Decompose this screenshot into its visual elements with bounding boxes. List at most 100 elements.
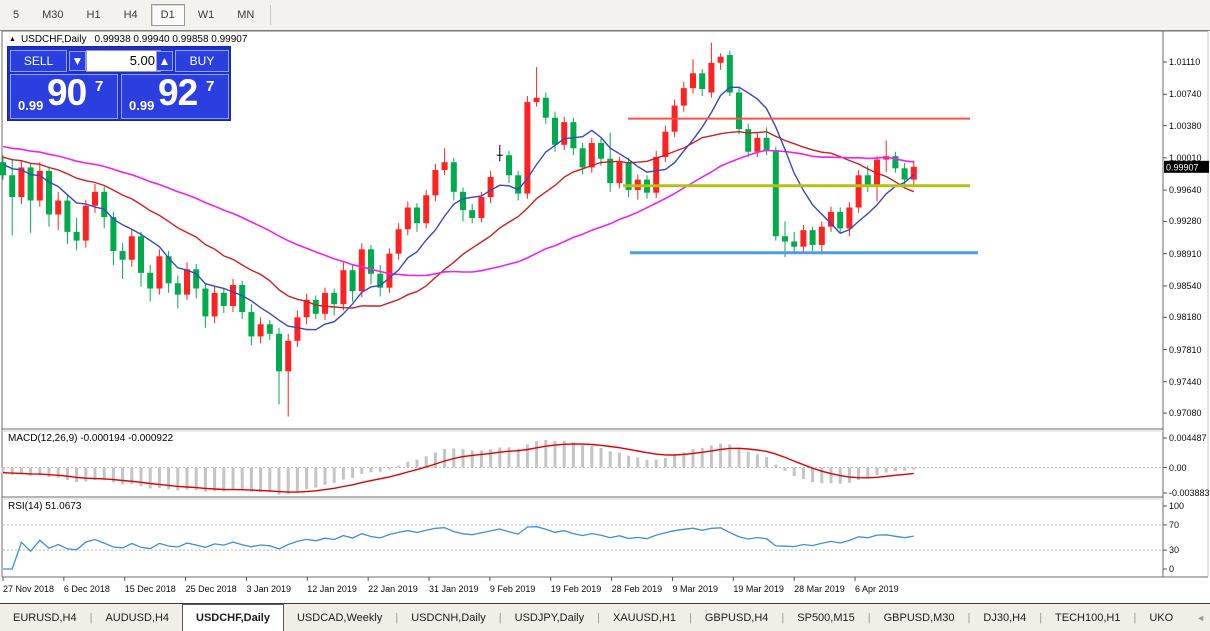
candle-body xyxy=(616,162,622,183)
candle-body xyxy=(212,293,218,317)
candle-body xyxy=(405,208,411,230)
candle-body xyxy=(267,324,273,334)
chart-tab-dj30[interactable]: DJ30,H4 xyxy=(970,604,1039,631)
symbol-period-label: USDCHF,Daily xyxy=(21,34,87,45)
candle-body xyxy=(699,73,705,89)
date-tick-label: 25 Dec 2018 xyxy=(186,584,237,594)
rsi-tick-label: 30 xyxy=(1169,545,1179,555)
candle-body xyxy=(451,162,457,192)
date-tick-label: 28 Mar 2019 xyxy=(794,584,845,594)
chart-tab-xauusd[interactable]: XAUUSD,H1 xyxy=(600,604,689,631)
candle-body xyxy=(506,155,512,175)
date-tick-label: 6 Apr 2019 xyxy=(855,584,899,594)
candle-body xyxy=(534,98,540,102)
candle-body xyxy=(331,293,337,304)
candle-body xyxy=(552,118,558,145)
candle-body xyxy=(74,232,80,241)
chart-tab-usdcad[interactable]: USDCAD,Weekly xyxy=(284,604,395,631)
candle-body xyxy=(662,132,668,157)
ohlc-values: 0.99938 0.99940 0.99858 0.99907 xyxy=(95,34,248,45)
candle-body xyxy=(846,208,852,229)
price-tick-label: 0.97440 xyxy=(1169,377,1202,387)
candle-body xyxy=(359,249,365,291)
candle-body xyxy=(754,138,760,152)
chart-tab-eurusd[interactable]: EURUSD,H4 xyxy=(0,604,90,631)
candle-body xyxy=(248,312,254,336)
candle-body xyxy=(230,285,236,306)
buy-price-prefix: 0.99 xyxy=(129,98,154,113)
mt4-window: 5M30H1H4D1W1MN 0.9990727 Nov 20186 Dec 2… xyxy=(0,0,1210,631)
rsi-tick-label: 70 xyxy=(1169,520,1179,530)
candle-body xyxy=(350,270,356,291)
candle-body xyxy=(856,175,862,207)
sell-price-big: 90 xyxy=(47,72,86,114)
macd-tick-label: 0.004487 xyxy=(1169,433,1207,443)
candle-body xyxy=(432,170,438,195)
candle-body xyxy=(313,300,319,314)
candle-body xyxy=(46,171,52,215)
chart-tab-sp500[interactable]: SP500,M15 xyxy=(784,604,867,631)
candle-body xyxy=(819,227,825,245)
buy-price-pip: 7 xyxy=(206,78,214,95)
date-tick-label: 9 Mar 2019 xyxy=(672,584,718,594)
chart-tab-tech100[interactable]: TECH100,H1 xyxy=(1042,604,1133,631)
macd-tick-label: 0.00 xyxy=(1169,463,1187,473)
chart-tab-usdchf[interactable]: USDCHF,Daily xyxy=(182,604,284,631)
candle-body xyxy=(800,230,806,247)
volume-decrease-button[interactable]: ▼ xyxy=(69,51,86,71)
candle-body xyxy=(911,167,917,180)
sell-price-pip: 7 xyxy=(95,78,103,95)
chart-tab-uko[interactable]: UKO xyxy=(1136,604,1186,631)
rsi-tick-label: 0 xyxy=(1169,564,1174,574)
chart-tab-audusd[interactable]: AUDUSD,H4 xyxy=(92,604,182,631)
candle-body xyxy=(138,236,144,273)
candle-body xyxy=(322,293,328,314)
buy-button[interactable]: BUY xyxy=(175,50,229,72)
candle-body xyxy=(184,269,190,294)
date-tick-label: 15 Dec 2018 xyxy=(125,584,176,594)
price-tick-label: 1.01110 xyxy=(1169,57,1200,67)
chart-tab-usdcnh[interactable]: USDCNH,Daily xyxy=(398,604,499,631)
candle-body xyxy=(340,270,346,304)
price-tick-label: 0.98910 xyxy=(1169,249,1202,259)
candle-body xyxy=(414,208,420,224)
candle-body xyxy=(202,289,208,317)
one-click-trade-panel: SELL ▼ 5.00 ▲ BUY 0.99 90 7 0.99 92 7 xyxy=(7,46,231,121)
candle-body xyxy=(18,167,24,197)
date-tick-label: 28 Feb 2019 xyxy=(612,584,663,594)
rsi-tick-label: 100 xyxy=(1169,501,1184,511)
tab-scroll-arrows: ◄► xyxy=(1186,604,1210,631)
candle-body xyxy=(478,197,484,218)
sell-button[interactable]: SELL xyxy=(10,50,67,72)
candle-body xyxy=(258,324,264,336)
candle-body xyxy=(285,341,291,371)
sell-price-button[interactable]: 0.99 90 7 xyxy=(10,74,118,119)
candle-body xyxy=(460,192,466,210)
candle-body xyxy=(101,192,107,217)
date-tick-label: 19 Feb 2019 xyxy=(551,584,602,594)
buy-price-button[interactable]: 0.99 92 7 xyxy=(121,74,229,119)
chart-tab-bar: EURUSD,H4|AUDUSD,H4USDCHF,DailyUSDCAD,We… xyxy=(0,603,1210,631)
candle-body xyxy=(9,175,15,197)
candle-body xyxy=(561,122,567,145)
candle-body xyxy=(294,317,300,341)
candle-body xyxy=(110,217,116,251)
chart-tab-gbpusd[interactable]: GBPUSD,M30 xyxy=(871,604,968,631)
date-tick-label: 31 Jan 2019 xyxy=(429,584,479,594)
chart-tab-usdjpy[interactable]: USDJPY,Daily xyxy=(502,604,598,631)
candle-body xyxy=(175,283,181,294)
candle-body xyxy=(764,138,770,150)
collapse-panel-icon[interactable]: ▲ xyxy=(9,36,16,43)
candle-body xyxy=(736,92,742,129)
candle-body xyxy=(524,102,530,193)
volume-input[interactable]: 5.00 xyxy=(86,50,161,72)
price-tick-label: 0.98540 xyxy=(1169,281,1202,291)
tab-scroll-left-icon[interactable]: ◄ xyxy=(1196,613,1205,623)
volume-increase-button[interactable]: ▲ xyxy=(156,51,173,71)
chart-tab-gbpusd[interactable]: GBPUSD,H4 xyxy=(692,604,782,631)
rsi-line xyxy=(3,527,914,569)
candle-body xyxy=(147,273,153,289)
date-tick-label: 12 Jan 2019 xyxy=(307,584,357,594)
candle-body xyxy=(589,143,595,167)
candle-body xyxy=(64,201,70,232)
